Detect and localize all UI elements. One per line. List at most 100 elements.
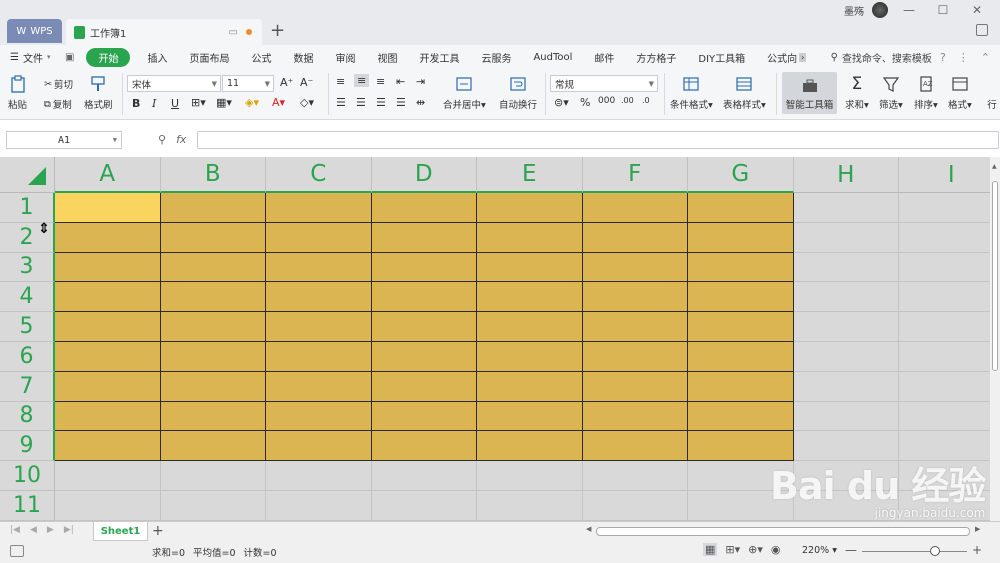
thousands-icon[interactable]: 000	[598, 96, 615, 106]
grid-cell[interactable]	[266, 193, 372, 223]
grid-cell[interactable]	[899, 223, 990, 253]
grid-cell[interactable]	[371, 222, 477, 253]
grid-cell[interactable]	[582, 342, 688, 372]
menu-tab-audtool[interactable]: AudTool	[522, 52, 583, 63]
justify-icon[interactable]: ☰	[396, 96, 406, 109]
grid-cell[interactable]	[688, 431, 794, 462]
zoom-in-button[interactable]: +	[972, 543, 982, 557]
increase-font-icon[interactable]: A⁺	[280, 76, 293, 89]
copy-button[interactable]: ⧉ 复制	[44, 97, 72, 112]
row-header[interactable]: 10	[0, 461, 55, 491]
sum-button[interactable]: Σ 求和▾	[845, 75, 869, 111]
grid-cell[interactable]	[55, 401, 161, 432]
collapse-ribbon-icon[interactable]: ⌃	[981, 51, 990, 64]
grid-cell[interactable]	[793, 491, 899, 521]
vertical-scrollbar[interactable]: ▲	[990, 157, 1000, 521]
grid-cell[interactable]	[160, 222, 266, 253]
grid-cell[interactable]	[55, 252, 161, 283]
grid-cell[interactable]	[477, 342, 583, 372]
scroll-left-icon[interactable]: ◀	[586, 525, 591, 533]
grid-cell[interactable]	[899, 491, 990, 521]
grid-cell[interactable]	[477, 252, 583, 283]
decrease-decimal-icon[interactable]: .0	[642, 96, 650, 105]
grid-cell[interactable]	[371, 342, 477, 372]
grid-cell[interactable]	[477, 461, 583, 491]
grid-cell[interactable]	[688, 401, 794, 432]
grid-cell[interactable]	[160, 401, 266, 432]
fx-button[interactable]: fx	[176, 133, 186, 146]
sort-button[interactable]: AZ 排序▾	[914, 75, 938, 111]
align-right-icon[interactable]: ☰	[376, 96, 386, 109]
row-header[interactable]: 5	[0, 312, 55, 342]
row-header[interactable]: 6	[0, 342, 55, 372]
grid-cell[interactable]	[793, 401, 899, 432]
grid-cell[interactable]	[371, 431, 477, 462]
grid-cell[interactable]	[160, 312, 266, 342]
window-icon[interactable]: ▭	[229, 27, 238, 38]
grid-cell[interactable]	[160, 491, 266, 521]
grid-cell[interactable]	[899, 431, 990, 462]
zoom-out-button[interactable]: —	[845, 543, 857, 557]
grid-cell[interactable]	[899, 193, 990, 223]
grid-cell[interactable]	[160, 371, 266, 402]
grid-cell[interactable]	[793, 371, 899, 402]
column-header[interactable]: A	[55, 157, 161, 193]
grid-cell[interactable]	[266, 371, 372, 402]
maximize-icon[interactable]: ☐	[930, 3, 956, 17]
align-left-icon[interactable]: ☰	[336, 96, 346, 109]
font-name-select[interactable]: 宋体 ▼	[127, 75, 221, 92]
zoom-slider-thumb[interactable]	[930, 546, 940, 556]
save-icon[interactable]: ▣	[65, 52, 74, 63]
grid-cell[interactable]	[371, 491, 477, 521]
sidebar-toggle-icon[interactable]	[976, 24, 988, 36]
table-style-button[interactable]: 表格样式▾	[723, 75, 766, 111]
grid-cell[interactable]	[793, 282, 899, 313]
grid-cell[interactable]	[266, 461, 372, 491]
grid-cell[interactable]	[899, 372, 990, 402]
grid-cell[interactable]	[266, 491, 372, 521]
grid-cell[interactable]	[793, 312, 899, 342]
grid-cell[interactable]	[371, 312, 477, 342]
grid-cell[interactable]	[266, 401, 372, 432]
grid-cell[interactable]	[477, 491, 583, 521]
menu-tab-formula[interactable]: 公式	[240, 50, 282, 65]
currency-icon[interactable]: ⊜▾	[554, 96, 569, 109]
page-layout-view-icon[interactable]: ⊞▾	[725, 543, 740, 556]
fill-color-icon[interactable]: ◈▾	[245, 96, 259, 109]
new-tab-button[interactable]: +	[270, 20, 285, 41]
grid-cell[interactable]	[371, 252, 477, 283]
grid-cell[interactable]	[266, 222, 372, 253]
cut-button[interactable]: ✂ 剪切	[44, 77, 73, 92]
grid-cell[interactable]	[266, 431, 372, 462]
menu-tab-cloud[interactable]: 云服务	[470, 50, 522, 65]
grid-cell[interactable]	[793, 252, 899, 283]
number-format-select[interactable]: 常规 ▼	[550, 75, 658, 92]
grid-cell[interactable]	[160, 282, 266, 313]
grid-cell[interactable]	[55, 312, 161, 342]
grid-cell[interactable]	[899, 282, 990, 313]
column-header[interactable]: C	[266, 157, 372, 193]
grid-cell[interactable]	[55, 461, 161, 491]
grid-cell[interactable]	[55, 222, 161, 253]
grid-cell[interactable]	[793, 222, 899, 253]
next-sheet-icon[interactable]: ▶	[47, 525, 54, 535]
clear-icon[interactable]: ◇▾	[300, 96, 314, 109]
grid-cell[interactable]	[266, 252, 372, 283]
grid-cell[interactable]	[477, 431, 583, 462]
row-header[interactable]: 3	[0, 252, 55, 283]
row-col-button[interactable]: 行	[983, 75, 1000, 111]
menu-tab-mail[interactable]: 邮件	[583, 50, 625, 65]
grid-cell[interactable]	[371, 461, 477, 491]
column-header[interactable]: E	[477, 157, 583, 193]
row-header[interactable]: 4	[0, 282, 55, 313]
menu-tab-page-layout[interactable]: 页面布局	[178, 50, 240, 65]
grid-cell[interactable]	[688, 461, 794, 491]
select-all-corner[interactable]	[0, 157, 55, 193]
format-button[interactable]: 格式▾	[948, 75, 972, 111]
grid-cell[interactable]	[793, 461, 899, 491]
column-header[interactable]: B	[160, 157, 266, 193]
menu-tab-diy-toolbox[interactable]: DIY工具箱	[687, 50, 756, 65]
grid-cell[interactable]	[688, 252, 794, 283]
underline-button[interactable]: U	[171, 97, 179, 110]
row-header[interactable]: 8	[0, 401, 55, 432]
